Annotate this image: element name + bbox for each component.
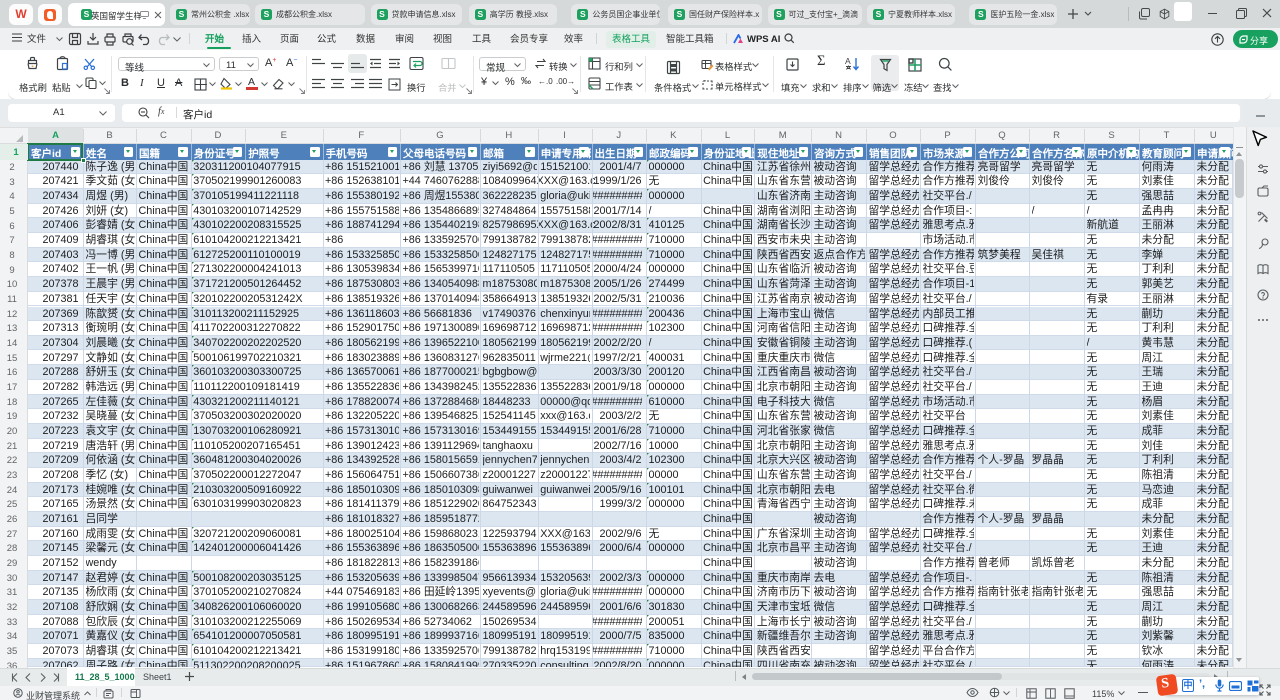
svg-text:A: A — [845, 56, 851, 66]
